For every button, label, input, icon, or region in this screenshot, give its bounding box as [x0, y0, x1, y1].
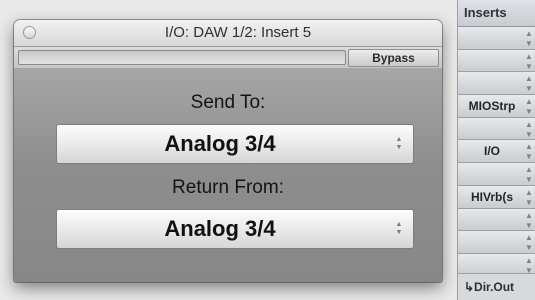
return-from-label: Return From:	[172, 177, 284, 198]
return-from-value: Analog 3/4	[164, 216, 276, 241]
bypass-button[interactable]: Bypass	[348, 49, 439, 67]
inserts-header: Inserts	[458, 0, 535, 27]
up-down-arrows-icon: ▲ ▼	[525, 165, 533, 185]
up-down-arrows-icon: ▲ ▼	[525, 233, 533, 253]
insert-slot[interactable]: ▲ ▼	[458, 208, 535, 232]
insert-slot[interactable]: ▲ ▼	[458, 72, 535, 96]
insert-slot[interactable]: ▲ ▼	[458, 27, 535, 50]
send-to-label: Send To:	[190, 92, 266, 113]
insert-slot[interactable]: MIOStrp ▲ ▼	[458, 95, 535, 118]
send-to-dropdown[interactable]: Analog 3/4 ▲ ▼	[56, 124, 414, 164]
plugin-toolbar: Bypass	[14, 47, 442, 69]
up-down-arrows-icon: ▲ ▼	[525, 29, 533, 48]
up-down-arrows-icon: ▲ ▼	[525, 51, 533, 71]
window-title: I/O: DAW 1/2: Insert 5	[164, 24, 312, 41]
up-down-arrows-icon: ▲ ▼	[525, 74, 533, 94]
up-down-arrows-icon: ▲ ▼	[525, 187, 533, 207]
io-insert-window: I/O: DAW 1/2: Insert 5 Bypass Send To: A…	[14, 20, 442, 282]
up-down-arrows-icon: ▲ ▼	[525, 119, 533, 139]
up-down-arrows-icon: ▲ ▼	[525, 97, 533, 117]
insert-slot[interactable]: ▲ ▼	[458, 231, 535, 254]
return-from-dropdown[interactable]: Analog 3/4 ▲ ▼	[56, 209, 414, 249]
title-bar[interactable]: I/O: DAW 1/2: Insert 5	[14, 20, 442, 47]
window-body: Send To: Analog 3/4 ▲ ▼ Return From: Anal…	[14, 68, 442, 282]
up-down-arrows-icon: ▲ ▼	[525, 142, 533, 162]
insert-slot[interactable]: ▲ ▼	[458, 49, 535, 73]
inserts-panel: Inserts ▲ ▼ ▲ ▼ ▲ ▼ MIOStrp ▲ ▼ ▲ ▼ I/O ▲ ▼ ▲ ▼ HIVrb(s ▲…	[457, 0, 535, 300]
up-down-arrows-icon: ▲ ▼	[395, 136, 403, 151]
header-bar	[18, 50, 346, 65]
send-to-value: Analog 3/4	[164, 131, 276, 156]
direct-out-button[interactable]: ↳Dir.Out	[458, 273, 535, 300]
insert-slot[interactable]: I/O ▲ ▼	[458, 140, 535, 164]
insert-slot[interactable]: HIVrb(s ▲ ▼	[458, 185, 535, 209]
insert-slot[interactable]: ▲ ▼	[458, 117, 535, 141]
up-down-arrows-icon: ▲ ▼	[395, 221, 403, 236]
insert-slot[interactable]: ▲ ▼	[458, 163, 535, 186]
close-icon[interactable]	[23, 26, 36, 39]
up-down-arrows-icon: ▲ ▼	[525, 210, 533, 230]
insert-slot-list: ▲ ▼ ▲ ▼ ▲ ▼ MIOStrp ▲ ▼ ▲ ▼ I/O ▲ ▼ ▲ ▼ HIVrb(s ▲ ▼ ▲ ▼ ▲ ▼ ▲ ▼	[458, 27, 535, 277]
